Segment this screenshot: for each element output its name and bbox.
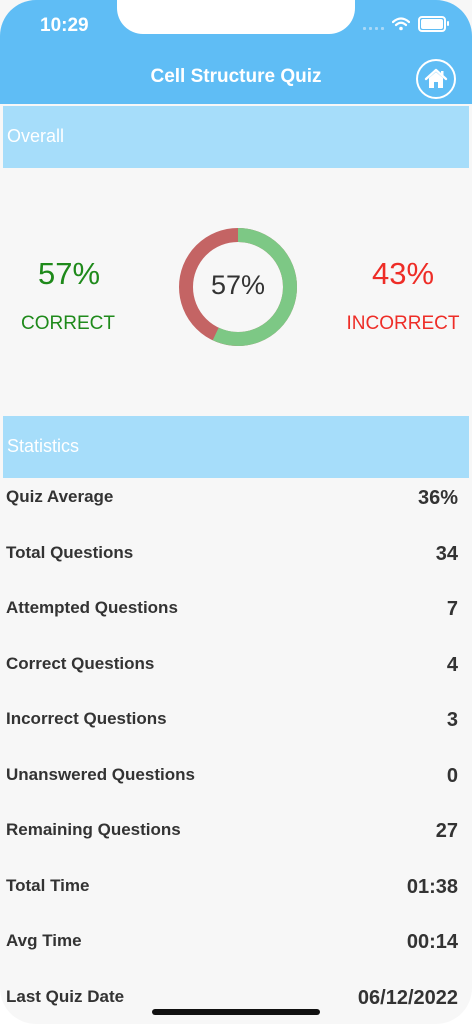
- stat-row: Total Time 01:38: [0, 873, 472, 929]
- incorrect-percentage: 43%: [371, 256, 435, 291]
- stat-row: Quiz Average 36%: [0, 484, 472, 540]
- stat-label: Remaining Questions: [6, 820, 181, 839]
- stat-value: 4: [446, 654, 458, 676]
- status-time: 10:29: [40, 15, 89, 36]
- stat-label: Correct Questions: [6, 654, 155, 673]
- stat-value: 3: [446, 709, 458, 731]
- stat-value: 34: [435, 543, 458, 565]
- wifi-icon: [392, 17, 410, 31]
- stat-value: 27: [435, 820, 458, 842]
- statistics-header-label: Statistics: [7, 436, 80, 456]
- stat-row: Total Questions 34: [0, 540, 472, 596]
- navigation-bar: 10:29 Cell Structure Quiz: [0, 0, 472, 104]
- overall-header-label: Overall: [7, 126, 65, 146]
- stat-value: 7: [446, 598, 458, 620]
- stat-label: Total Questions: [6, 543, 134, 562]
- correct-label: CORRECT: [21, 313, 115, 334]
- quiz-results-screen: 10:29 Cell Structure Quiz Overall 57% CO…: [0, 0, 472, 1024]
- device-notch: [117, 0, 355, 34]
- stat-row: Avg Time 00:14: [0, 928, 472, 984]
- signal-icon: [363, 18, 384, 30]
- stat-value: 01:38: [406, 876, 458, 898]
- stat-label: Incorrect Questions: [6, 709, 167, 728]
- stat-value: 36%: [417, 487, 458, 509]
- stat-value: 00:14: [406, 931, 458, 953]
- stat-label: Attempted Questions: [6, 598, 178, 617]
- overall-section-header: Overall: [3, 106, 469, 168]
- battery-icon: [418, 16, 449, 32]
- stat-label: Last Quiz Date: [6, 987, 125, 1006]
- donut-center-label: 57%: [210, 270, 266, 300]
- stat-row: Remaining Questions 27: [0, 817, 472, 873]
- stat-row: Last Quiz Date 06/12/2022: [0, 984, 472, 1024]
- home-icon: [424, 68, 448, 88]
- stat-label: Quiz Average: [6, 487, 114, 506]
- stat-value: 0: [446, 765, 458, 787]
- stat-label: Unanswered Questions: [6, 765, 195, 784]
- stat-value: 06/12/2022: [357, 987, 458, 1009]
- home-button[interactable]: [416, 59, 456, 99]
- stat-label: Avg Time: [6, 931, 82, 950]
- page-title: Cell Structure Quiz: [150, 66, 322, 87]
- correct-percentage: 57%: [37, 256, 101, 291]
- stat-row: Attempted Questions 7: [0, 595, 472, 651]
- incorrect-label: INCORRECT: [346, 313, 460, 334]
- statistics-section-header: Statistics: [3, 416, 469, 478]
- stat-row: Incorrect Questions 3: [0, 706, 472, 762]
- stat-label: Total Time: [6, 876, 90, 895]
- stat-row: Unanswered Questions 0: [0, 762, 472, 818]
- home-indicator: [152, 1009, 320, 1015]
- status-icons: [363, 16, 449, 32]
- stat-row: Correct Questions 4: [0, 651, 472, 707]
